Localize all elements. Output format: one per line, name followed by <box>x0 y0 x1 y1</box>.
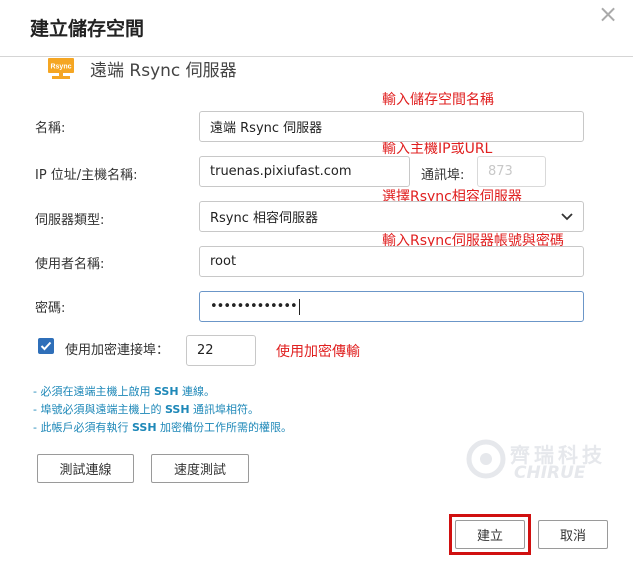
encrypt-label: 使用加密連接埠： <box>65 343 170 358</box>
annotation-name: 輸入儲存空間名稱 <box>382 92 494 108</box>
ip-label: IP 位址/主機名稱: <box>35 168 138 183</box>
password-label: 密碼: <box>35 301 66 316</box>
name-label: 名稱: <box>35 121 66 136</box>
chevron-down-icon <box>561 212 573 220</box>
notes-list: - 必須在遠端主機上啟用 SSH 連線。 - 埠號必須與遠端主機上的 SSH 通… <box>33 383 292 437</box>
port-label: 通訊埠: <box>421 168 465 183</box>
create-button[interactable]: 建立 <box>455 520 525 549</box>
server-type-select[interactable]: Rsync 相容伺服器 <box>199 201 584 232</box>
close-icon[interactable]: × <box>598 2 618 26</box>
ip-field[interactable]: truenas.pixiufast.com <box>199 156 410 187</box>
note-item: - 必須在遠端主機上啟用 SSH 連線。 <box>33 385 216 398</box>
checkmark-icon <box>40 341 52 351</box>
password-field[interactable]: ••••••••••••• <box>199 291 584 322</box>
watermark-en: CHIRUE <box>514 463 586 483</box>
note-item: - 此帳戶必須有執行 SSH 加密備份工作所需的權限。 <box>33 421 293 434</box>
username-label: 使用者名稱: <box>35 257 105 272</box>
dialog-subtitle: 遠端 Rsync 伺服器 <box>90 61 237 81</box>
watermark-logo-icon <box>466 439 506 479</box>
dialog-title: 建立儲存空間 <box>30 18 145 40</box>
encrypt-checkbox[interactable] <box>38 338 54 354</box>
port-field: 873 <box>477 156 546 187</box>
test-connection-button[interactable]: 測試連線 <box>37 454 134 483</box>
encrypt-port-field[interactable]: 22 <box>186 335 256 366</box>
name-field[interactable]: 遠端 Rsync 伺服器 <box>199 111 584 142</box>
text-cursor <box>298 298 300 315</box>
server-type-label: 伺服器類型: <box>35 213 105 228</box>
rsync-logo-icon: Rsync <box>48 58 74 79</box>
password-value: ••••••••••••• <box>210 299 298 314</box>
cancel-button[interactable]: 取消 <box>538 520 608 549</box>
server-type-value: Rsync 相容伺服器 <box>210 211 319 226</box>
speed-test-button[interactable]: 速度測試 <box>151 454 249 483</box>
username-field[interactable]: root <box>199 246 584 277</box>
annotation-encrypt: 使用加密傳輸 <box>276 344 360 360</box>
logo-text: Rsync <box>50 64 71 71</box>
note-item: - 埠號必須與遠端主機上的 SSH 通訊埠相符。 <box>33 403 260 416</box>
